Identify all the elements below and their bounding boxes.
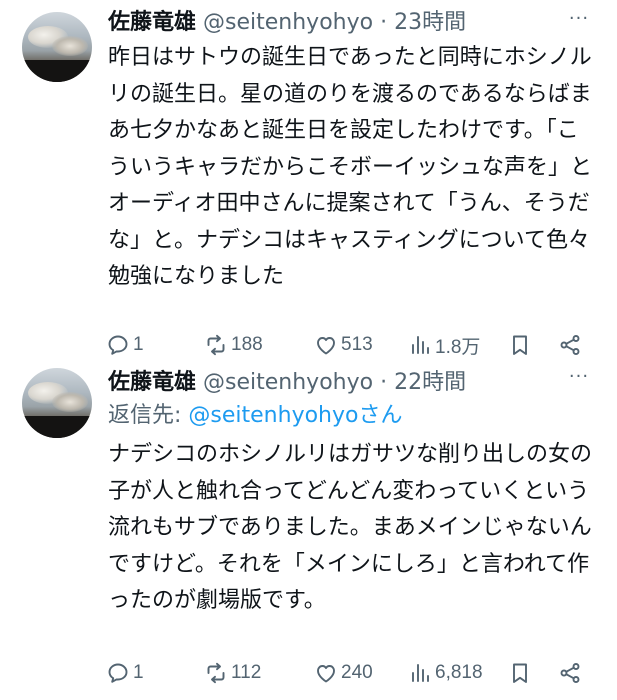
user-handle[interactable]: @seitenhyohyo [203,370,373,395]
timestamp[interactable]: 22時間 [394,370,466,395]
reply-context: 返信先: @seitenhyohyoさん [108,401,402,431]
separator-dot: · [380,10,388,35]
retweet-count: 112 [231,662,262,683]
more-icon[interactable]: ··· [567,368,591,396]
tweet-header: 佐藤竜雄 @seitenhyohyo · 23時間 [108,8,466,38]
user-handle[interactable]: @seitenhyohyo [203,10,373,35]
display-name[interactable]: 佐藤竜雄 [108,370,196,395]
avatar-ground [22,60,92,82]
action-bar: 1 112 240 6,818 [106,659,592,687]
bookmark-button[interactable] [508,659,532,687]
reply-to-prefix: 返信先: [108,403,189,428]
tweet[interactable]: 佐藤竜雄 @seitenhyohyo · 22時間 ··· 返信先: @seit… [0,364,617,700]
like-button[interactable]: 513 [314,331,373,359]
views-icon [412,664,429,682]
reply-icon [108,335,128,355]
bookmark-button[interactable] [508,331,532,359]
view-count: 1.8万 [435,336,481,358]
retweet-button[interactable]: 188 [204,331,263,359]
avatar-ground [22,416,92,438]
reply-button[interactable]: 1 [106,331,144,359]
retweet-count: 188 [231,334,263,355]
tweet-header: 佐藤竜雄 @seitenhyohyo · 22時間 [108,368,466,398]
retweet-button[interactable]: 112 [204,659,261,687]
tweet-text: ナデシコのホシノルリはガサツな削り出しの女の子が人と触れ合ってどんどん変わってい… [108,442,593,613]
views-icon [412,336,429,354]
tweet[interactable]: 佐藤竜雄 @seitenhyohyo · 23時間 ··· 昨日はサトウの誕生日… [0,0,617,364]
share-icon [560,335,580,355]
views-button[interactable]: 6,818 [408,659,483,687]
separator-dot: · [380,370,388,395]
retweet-icon [207,334,225,356]
retweet-icon [207,662,225,684]
like-count: 513 [341,334,373,355]
share-icon [560,663,580,683]
reply-to-mention[interactable]: @seitenhyohyoさん [188,403,402,428]
like-button[interactable]: 240 [314,659,373,687]
heart-icon [317,337,335,355]
like-count: 240 [341,662,373,683]
reply-count: 1 [133,334,144,355]
avatar-cloud [52,392,88,412]
timestamp[interactable]: 23時間 [394,10,466,35]
reply-count: 1 [133,662,144,683]
reply-button[interactable]: 1 [106,659,144,687]
avatar[interactable] [22,368,92,438]
view-count: 6,818 [435,662,483,683]
bookmark-icon [513,335,527,355]
share-button[interactable] [558,659,582,687]
action-bar: 1 188 513 1.8万 [106,331,592,359]
avatar[interactable] [22,12,92,82]
display-name[interactable]: 佐藤竜雄 [108,10,196,35]
share-button[interactable] [558,331,582,359]
more-icon[interactable]: ··· [567,10,591,38]
avatar-cloud [52,36,88,56]
tweet-text: 昨日はサトウの誕生日であったと同時にホシノルリの誕生日。星の道のりを渡るのである… [108,45,593,289]
views-button[interactable]: 1.8万 [408,331,480,359]
heart-icon [317,665,335,683]
bookmark-icon [513,663,527,683]
reply-icon [108,663,128,683]
